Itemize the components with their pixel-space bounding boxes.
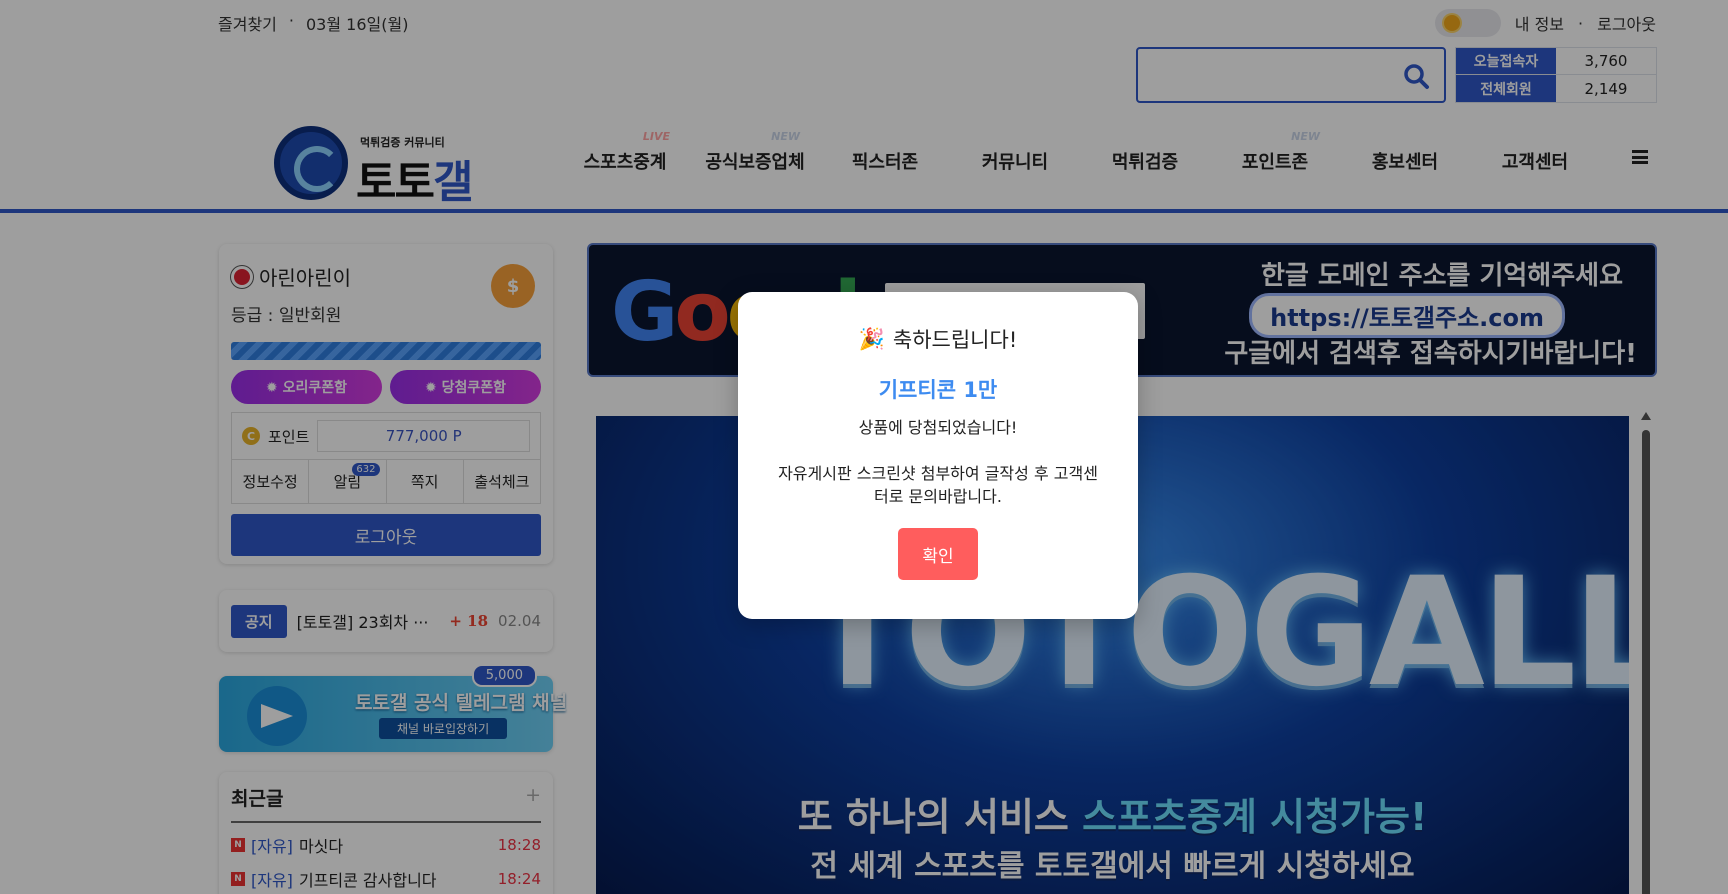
modal-title: 🎉 축하드립니다! — [738, 324, 1138, 354]
prize-name: 기프티콘 1만 — [878, 378, 998, 402]
prize-description: 자유게시판 스크린샷 첨부하여 글작성 후 고객센터로 문의바랍니다. — [778, 464, 1098, 506]
confirm-button[interactable]: 확인 — [898, 528, 978, 580]
prize-message: 상품에 당첨되었습니다! — [858, 418, 1018, 437]
party-popper-icon: 🎉 — [858, 326, 885, 351]
modal-title-text: 축하드립니다! — [892, 328, 1018, 352]
prize-modal: 🎉 축하드립니다! 기프티콘 1만 상품에 당첨되었습니다! 자유게시판 스크린샷… — [738, 292, 1138, 619]
